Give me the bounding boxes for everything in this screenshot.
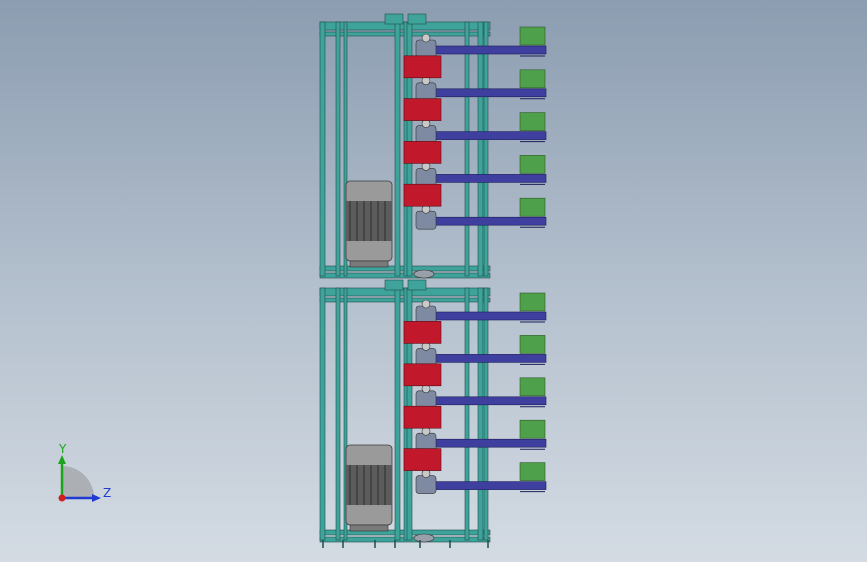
red-actuator-block [403,363,442,387]
green-terminal-block [519,419,546,439]
frame-post [335,21,341,277]
arm-pulley [421,299,431,309]
frame-post [394,287,401,541]
frame-post [335,287,341,541]
red-actuator-block [403,448,442,471]
assembly-model[interactable] [0,0,867,562]
frame-post [483,287,489,541]
green-terminal-block [519,292,546,312]
conveyor-arm [417,88,547,98]
frame-post [483,21,489,277]
frame-clamp [407,13,427,25]
green-terminal-block [519,69,546,89]
frame-post [394,21,401,277]
arm-gearbox [415,168,437,187]
motor-base [349,260,389,268]
frame-post [477,21,484,277]
y-axis-arrow [58,455,66,464]
red-actuator-block [403,183,442,207]
red-actuator-block [403,405,442,429]
arm-gearbox [415,210,437,230]
green-terminal-block [519,462,546,481]
green-terminal-block [519,26,546,46]
green-terminal-block [519,155,546,174]
red-actuator-block [403,141,442,164]
frame-post [319,21,326,277]
red-actuator-block [403,98,442,121]
frame-clamp [384,13,404,25]
arm-gearbox [415,475,437,494]
cad-viewport[interactable]: Y Z [0,0,867,562]
red-actuator-block [403,55,442,79]
red-actuator-block [403,321,442,344]
arm-pulley [421,33,431,43]
y-axis-label: Y [58,442,67,456]
z-axis-arrow [92,494,101,502]
bottom-sprocket [413,533,435,543]
x-axis-point [58,494,66,502]
conveyor-arm [417,45,547,55]
arm-gearbox [415,125,437,144]
arm-gearbox [415,82,437,102]
motor-base [349,524,389,532]
frame-post [319,287,326,541]
green-terminal-block [519,377,546,397]
z-axis-label: Z [103,486,111,500]
frame-post [477,287,484,541]
arm-gearbox [415,39,437,59]
view-orientation-triad-icon[interactable]: Y Z [50,440,120,510]
bottom-sprocket [413,269,435,279]
conveyor-arm [417,354,547,363]
conveyor-arm [417,481,547,490]
triad-quadrant [62,466,94,498]
conveyor-arm [417,216,547,226]
conveyor-arm [417,174,547,183]
frame-post [464,287,470,541]
conveyor-arm [417,311,547,321]
conveyor-arm [417,438,547,448]
conveyor-arm [417,396,547,406]
frame-post [464,21,470,277]
green-terminal-block [519,335,546,354]
frame-clamp [407,279,427,291]
green-terminal-block [519,112,546,131]
frame-clamp [384,279,404,291]
conveyor-arm [417,131,547,140]
green-terminal-block [519,197,546,217]
